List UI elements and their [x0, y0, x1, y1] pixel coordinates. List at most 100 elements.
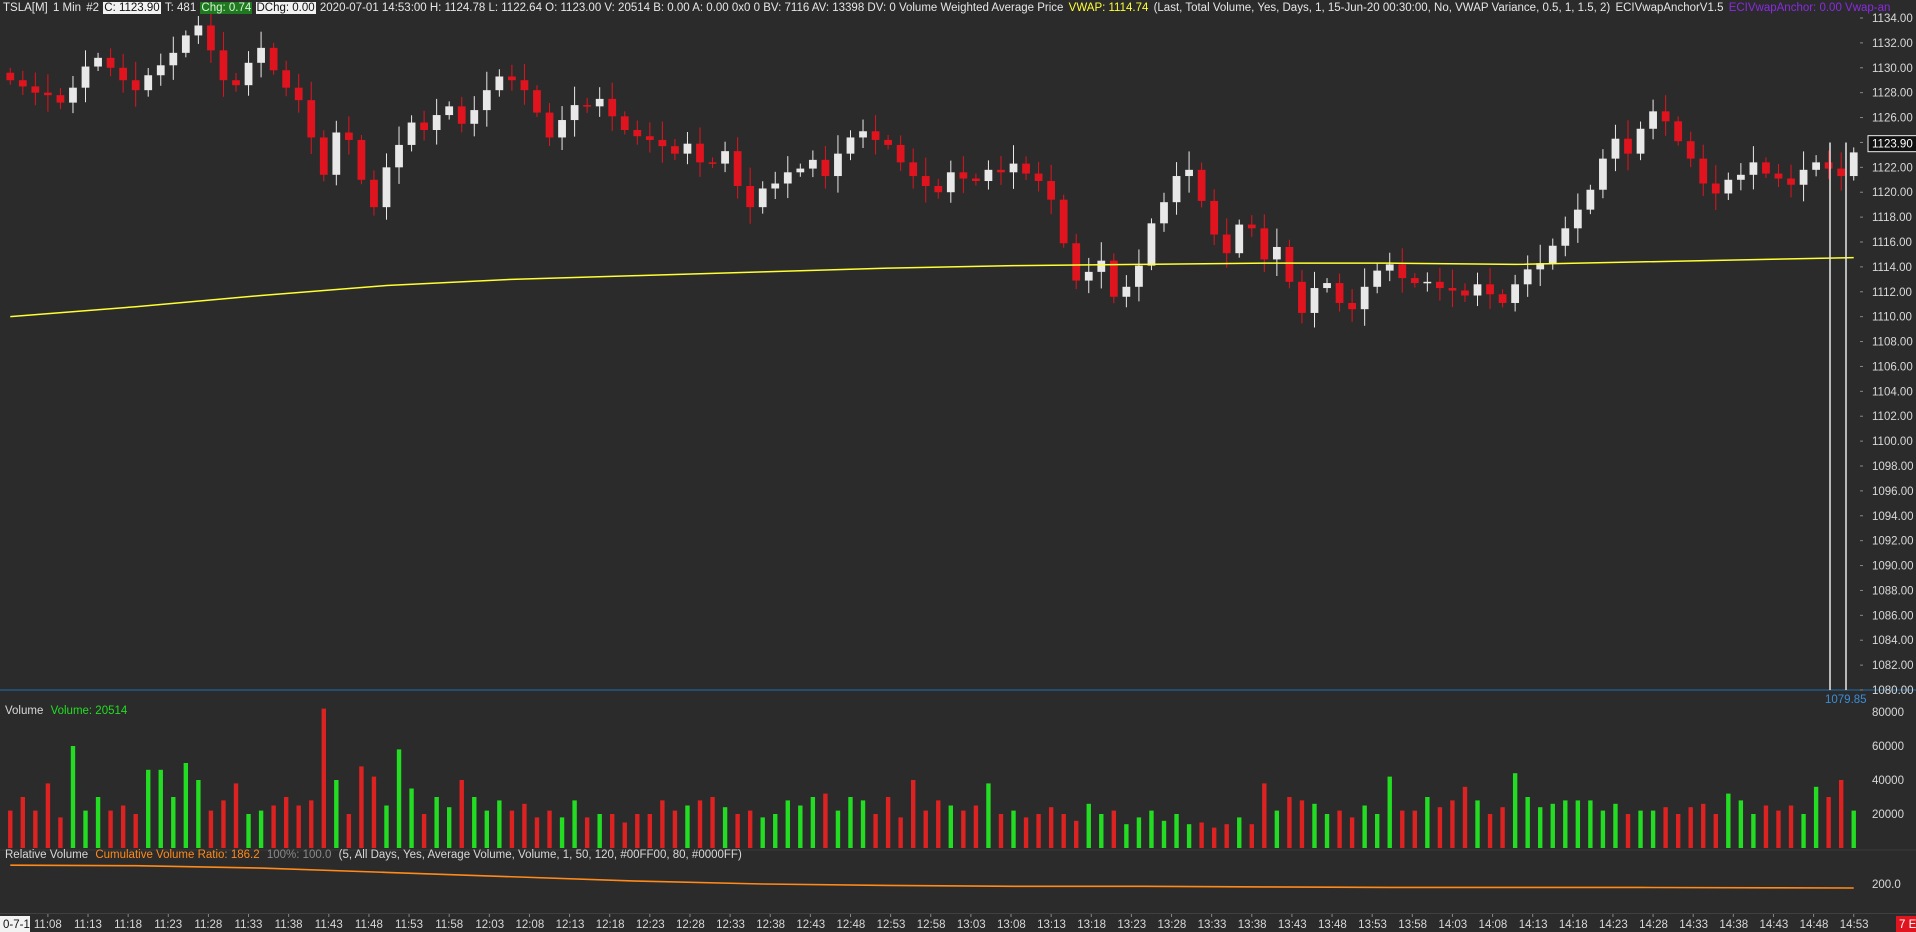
volume-bar[interactable]	[948, 805, 954, 849]
volume-bar[interactable]	[309, 800, 314, 848]
volume-bar[interactable]	[446, 807, 452, 848]
volume-bar[interactable]	[1324, 814, 1330, 848]
volume-bar[interactable]	[233, 783, 239, 848]
volume-bar[interactable]	[1337, 810, 1342, 848]
volume-bar[interactable]	[1262, 783, 1267, 848]
volume-bar[interactable]	[1500, 807, 1505, 848]
volume-bar[interactable]	[283, 797, 289, 848]
volume-bar[interactable]	[973, 805, 979, 849]
volume-bar[interactable]	[171, 797, 176, 848]
volume-bar[interactable]	[1538, 807, 1543, 848]
volume-bar[interactable]	[835, 810, 841, 848]
volume-bar[interactable]	[208, 810, 214, 848]
trading-chart[interactable]: 1080.00 1082.00 1084.00 1086.00 1088.00 1090.…	[0, 0, 1916, 932]
volume-bar[interactable]	[120, 805, 126, 849]
time-axis[interactable]: 0-7-1 11:08 11:13 11:18 11:23 11:28 11:33 11:38…	[0, 914, 1916, 932]
volume-bar[interactable]	[572, 800, 577, 848]
volume-bar[interactable]	[1663, 807, 1668, 848]
volume-bar[interactable]	[747, 810, 753, 848]
volume-bar[interactable]	[1525, 797, 1530, 848]
volume-bar[interactable]	[108, 810, 113, 848]
volume-bar[interactable]	[1237, 817, 1242, 848]
volume-bar[interactable]	[359, 766, 364, 848]
volume-bar[interactable]	[497, 800, 502, 848]
volume-bar[interactable]	[923, 810, 928, 848]
volume-bar[interactable]	[1023, 817, 1029, 848]
volume-bar[interactable]	[1224, 824, 1229, 848]
volume-bar[interactable]	[773, 814, 778, 848]
volume-bar[interactable]	[321, 708, 326, 848]
volume-bar[interactable]	[1788, 805, 1794, 849]
volume-bar[interactable]	[1036, 814, 1041, 848]
volume-bar[interactable]	[1462, 786, 1468, 848]
volume-bar[interactable]	[1149, 810, 1154, 848]
volume-bar[interactable]	[672, 810, 678, 848]
volume-bar[interactable]	[722, 807, 728, 848]
relvol-axis[interactable]: 200.0	[1872, 879, 1901, 891]
volume-bar[interactable]	[421, 814, 427, 848]
volume-bar[interactable]	[1688, 807, 1693, 848]
volume-bar[interactable]	[133, 814, 138, 848]
volume-bar[interactable]	[798, 805, 803, 849]
volume-bar[interactable]	[183, 763, 189, 848]
volume-bar[interactable]	[1249, 824, 1254, 848]
volume-bar[interactable]	[584, 817, 590, 848]
volume-bar[interactable]	[271, 805, 276, 849]
volume-bar[interactable]	[848, 797, 853, 848]
volume-bar[interactable]	[1588, 800, 1593, 848]
volume-bar[interactable]	[1362, 805, 1367, 849]
volume-bar[interactable]	[509, 810, 515, 848]
symbol-label[interactable]: TSLA[M]	[2, 2, 49, 14]
volume-bar[interactable]	[196, 780, 201, 848]
volume-bar[interactable]	[685, 805, 690, 849]
volume-bar[interactable]	[597, 814, 602, 848]
volume-bar[interactable]	[484, 810, 490, 848]
volume-bar[interactable]	[547, 810, 552, 848]
volume-bar[interactable]	[1061, 814, 1066, 848]
volume-bar[interactable]	[885, 797, 891, 848]
volume-bar[interactable]	[1613, 803, 1618, 848]
volume-bar[interactable]	[346, 814, 352, 848]
volume-bar[interactable]	[522, 803, 527, 848]
volume-bar[interactable]	[459, 780, 464, 848]
volume-panel-title[interactable]: Volume	[5, 705, 43, 717]
volume-bar[interactable]	[1412, 810, 1418, 848]
volume-bar[interactable]	[986, 783, 991, 848]
volume-bar[interactable]	[1801, 814, 1806, 848]
volume-bar[interactable]	[1776, 810, 1781, 848]
volume-bar[interactable]	[910, 780, 916, 848]
volume-bar[interactable]	[1851, 810, 1856, 848]
volume-bar[interactable]	[1751, 814, 1756, 848]
volume-bar[interactable]	[1011, 810, 1016, 848]
volume-bar[interactable]	[1048, 807, 1054, 848]
volume-bar[interactable]	[1675, 814, 1681, 848]
volume-bar[interactable]	[936, 800, 941, 848]
volume-bar[interactable]	[1274, 810, 1280, 848]
volume-bar[interactable]	[1726, 793, 1731, 848]
volume-bar[interactable]	[246, 814, 251, 848]
volume-bar[interactable]	[33, 810, 38, 848]
volume-bar[interactable]	[1086, 803, 1091, 848]
volume-bar[interactable]	[534, 817, 540, 848]
volume-bar[interactable]	[1738, 800, 1744, 848]
volume-bar[interactable]	[559, 817, 565, 848]
candle[interactable]	[1147, 218, 1156, 271]
candle[interactable]	[319, 130, 328, 182]
volume-bar[interactable]	[1349, 817, 1355, 848]
volume-bar[interactable]	[1287, 797, 1292, 848]
candle[interactable]	[357, 134, 366, 185]
volume-bar[interactable]	[961, 810, 966, 848]
volume-bar[interactable]	[760, 817, 765, 848]
volume-bar[interactable]	[998, 814, 1004, 848]
volume-bar[interactable]	[610, 814, 615, 848]
volume-bar[interactable]	[1550, 803, 1555, 848]
volume-bar[interactable]	[296, 805, 301, 849]
volume-bar[interactable]	[1625, 814, 1631, 848]
volume-bar[interactable]	[1813, 786, 1819, 848]
volume-bar[interactable]	[472, 797, 477, 848]
volume-bar[interactable]	[1299, 800, 1305, 848]
volume-bar[interactable]	[1111, 810, 1117, 848]
volume-bar[interactable]	[1826, 797, 1831, 848]
volume-bar[interactable]	[823, 793, 828, 848]
volume-bar[interactable]	[1099, 814, 1104, 848]
